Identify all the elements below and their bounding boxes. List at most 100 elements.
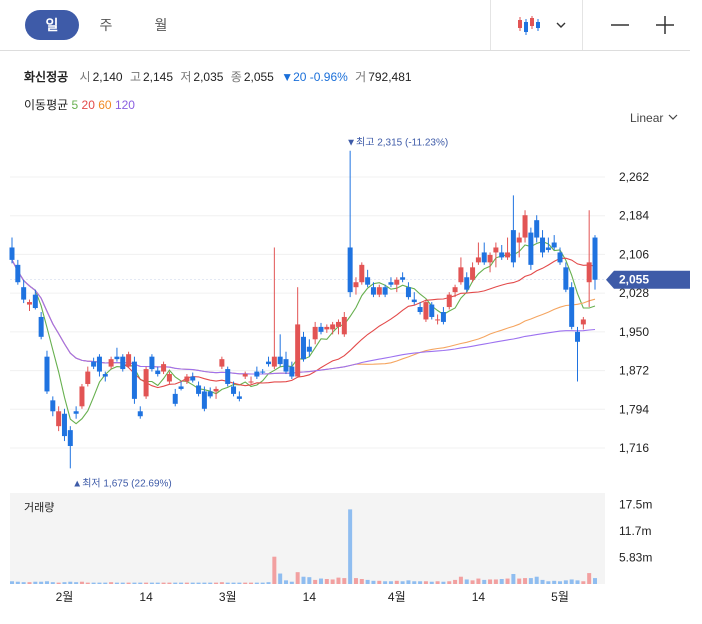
- price-tick-label: 1,950: [619, 325, 649, 339]
- candle: [266, 356, 272, 367]
- candle: [411, 292, 417, 305]
- volume-bar: [587, 573, 592, 584]
- candle-body: [487, 254, 493, 263]
- candle: [400, 272, 406, 283]
- candle-body: [341, 316, 347, 335]
- low-annotation: ▲최저 1,675 (22.69%): [72, 477, 171, 489]
- candle: [341, 312, 347, 337]
- volume-bar: [219, 582, 224, 584]
- volume-bar: [429, 581, 434, 584]
- volume-bar: [406, 580, 411, 584]
- volume-bar: [569, 579, 574, 584]
- volume-bar: [383, 581, 388, 584]
- volume-bar: [68, 581, 73, 584]
- candle-body: [534, 220, 540, 238]
- price-tick-label: 1,716: [619, 441, 649, 455]
- candle-body: [301, 336, 306, 360]
- candle: [196, 381, 202, 397]
- candle-body: [586, 262, 592, 283]
- candle: [388, 277, 394, 288]
- candle-body: [580, 319, 586, 325]
- volume-bar: [260, 582, 265, 584]
- candle: [271, 247, 277, 370]
- volume-bar: [85, 582, 90, 584]
- candle: [510, 195, 516, 268]
- candle-body: [266, 361, 272, 365]
- volume-bar: [62, 582, 67, 584]
- volume-bar: [144, 582, 149, 584]
- candle-body: [540, 237, 546, 253]
- candle: [563, 262, 569, 293]
- candle-body: [184, 376, 190, 382]
- candle: [155, 366, 161, 377]
- candle-body: [394, 279, 400, 285]
- candle: [365, 269, 371, 288]
- candle: [580, 316, 586, 330]
- candle-body: [196, 385, 202, 394]
- volume-bar: [272, 556, 277, 584]
- candle: [225, 366, 231, 387]
- volume-bar: [79, 581, 84, 584]
- volume-bar: [184, 582, 189, 584]
- volume-bar: [423, 581, 428, 584]
- candle-body: [347, 247, 353, 293]
- candle: [446, 292, 452, 310]
- volume-bar: [237, 582, 242, 584]
- candle-body: [207, 391, 213, 397]
- volume-bar: [476, 578, 481, 584]
- volume-bar: [103, 582, 108, 584]
- candle: [149, 354, 155, 372]
- volume-bar: [488, 579, 493, 584]
- candle: [312, 321, 318, 345]
- volume-bar: [50, 582, 55, 584]
- volume-bar: [202, 582, 207, 584]
- candle: [44, 350, 50, 394]
- candle: [505, 237, 511, 260]
- candle-body: [260, 371, 266, 373]
- candle-body: [575, 331, 581, 342]
- price-chart[interactable]: 거래량 2,2622,1842,1062,0281,9501,8721,7941…: [0, 0, 702, 624]
- volume-tick-label: 17.5m: [619, 497, 652, 511]
- volume-bar: [295, 572, 300, 584]
- candle-body: [464, 277, 470, 290]
- candle-body: [563, 267, 569, 290]
- candle-body: [382, 287, 388, 295]
- candle-body: [446, 294, 452, 308]
- candle-body: [44, 356, 50, 392]
- candle-body: [388, 282, 394, 285]
- volume-bar: [44, 581, 49, 584]
- candle-body: [435, 319, 441, 321]
- volume-bar: [225, 582, 230, 584]
- candle: [236, 391, 242, 402]
- volume-bar: [447, 581, 452, 584]
- candle-body: [365, 277, 371, 285]
- candle: [435, 314, 441, 325]
- candle-body: [26, 302, 32, 305]
- volume-bar: [155, 582, 160, 584]
- candle-body: [96, 356, 102, 372]
- candle: [137, 406, 143, 419]
- candle: [190, 372, 196, 383]
- volume-bar: [418, 581, 423, 584]
- high-annotation: ▼최고 2,315 (-11.23%): [346, 137, 448, 149]
- candle-body: [458, 267, 464, 283]
- candle-body: [505, 252, 511, 258]
- volume-panel-bg: [10, 493, 605, 584]
- volume-bar: [400, 581, 405, 584]
- candle-body: [306, 346, 312, 352]
- time-axis-label: 14: [139, 590, 153, 604]
- candle: [464, 272, 470, 293]
- candle-body: [91, 361, 97, 367]
- volume-bar: [464, 579, 469, 584]
- candle-body: [312, 326, 318, 340]
- candle: [91, 357, 97, 370]
- candle-body: [50, 400, 56, 412]
- volume-bar: [365, 579, 370, 584]
- volume-bar: [27, 582, 32, 584]
- volume-bar: [435, 581, 440, 584]
- volume-bar: [523, 578, 528, 584]
- volume-bar: [39, 581, 44, 584]
- candle: [534, 215, 540, 243]
- candle: [131, 356, 137, 404]
- candle-body: [353, 282, 359, 288]
